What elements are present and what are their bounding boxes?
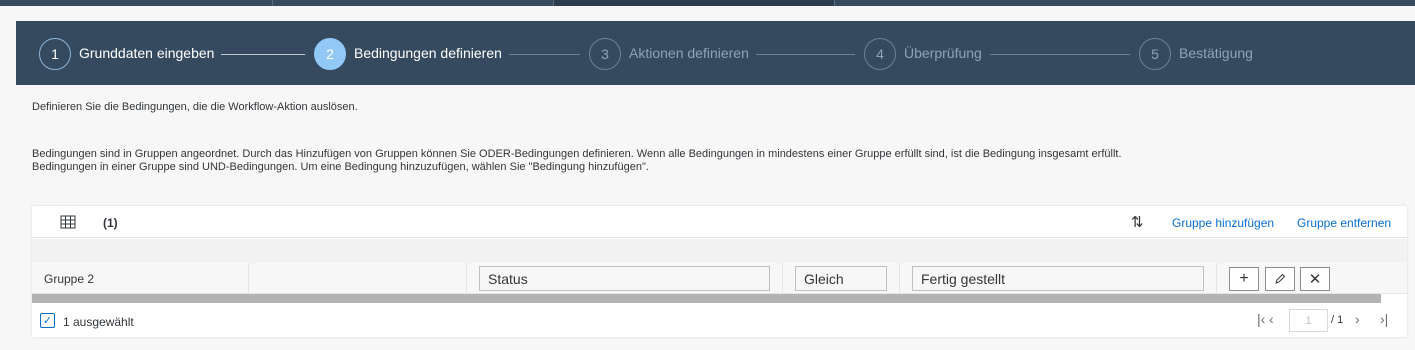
conditions-table: (1) ⇅ Gruppe hinzufügen Gruppe entfernen…: [32, 206, 1407, 337]
top-tab[interactable]: [0, 0, 273, 6]
table-toolbar: (1) ⇅ Gruppe hinzufügen Gruppe entfernen: [32, 206, 1407, 238]
condition-value-input[interactable]: Fertig gestellt: [912, 266, 1204, 291]
close-icon: ✕: [1308, 271, 1322, 288]
table-footer: ✓ 1 ausgewählt |‹ ‹ 1 / 1 › ›|: [32, 306, 1407, 337]
column-divider: [248, 263, 249, 294]
step-1-circle[interactable]: 1: [39, 38, 71, 70]
step-2-label[interactable]: Bedingungen definieren: [354, 45, 502, 61]
next-page-icon[interactable]: ›: [1355, 311, 1360, 327]
plus-icon: +: [1239, 270, 1249, 287]
step-connector: [756, 54, 855, 55]
table-header-row: [32, 239, 1407, 263]
top-tab-active[interactable]: [554, 0, 835, 6]
add-condition-button[interactable]: +: [1229, 267, 1259, 291]
step-4-circle: 4: [864, 38, 896, 70]
previous-page-icon[interactable]: ‹: [1269, 311, 1274, 327]
step-1-label[interactable]: Grunddaten eingeben: [79, 45, 214, 61]
step-5-circle: 5: [1139, 38, 1171, 70]
remove-group-button[interactable]: Gruppe entfernen: [1297, 216, 1391, 230]
add-group-button[interactable]: Gruppe hinzufügen: [1172, 216, 1274, 230]
top-tab[interactable]: [273, 0, 554, 6]
column-divider: [1216, 263, 1217, 294]
page-total: / 1: [1331, 314, 1344, 326]
step-3-circle: 3: [589, 38, 621, 70]
last-page-icon[interactable]: ›|: [1380, 311, 1388, 327]
condition-field-select[interactable]: Status: [479, 266, 770, 291]
step-connector: [221, 54, 305, 55]
intro-text: Definieren Sie die Bedingungen, die die …: [32, 101, 358, 113]
step-4-label: Überprüfung: [904, 45, 982, 61]
row-count: (1): [103, 216, 118, 230]
step-3-label: Aktionen definieren: [629, 45, 749, 61]
wizard-progress-bar: 1 Grunddaten eingeben 2 Bedingungen defi…: [16, 21, 1415, 85]
step-5-label: Bestätigung: [1179, 45, 1253, 61]
description-line-1: Bedingungen sind in Gruppen angeordnet. …: [32, 148, 1122, 160]
horizontal-scrollbar[interactable]: [32, 294, 1381, 303]
description-line-2: Bedingungen in einer Gruppe sind UND-Bed…: [32, 161, 649, 173]
table-settings-icon[interactable]: [60, 215, 76, 229]
step-connector: [990, 54, 1130, 55]
table-row[interactable]: Gruppe 2 Status Gleich Fertig gestellt +…: [32, 263, 1407, 294]
delete-condition-button[interactable]: ✕: [1300, 267, 1330, 291]
step-2-circle[interactable]: 2: [314, 38, 346, 70]
first-page-icon[interactable]: |‹: [1257, 311, 1265, 327]
edit-condition-button[interactable]: [1265, 267, 1295, 291]
selection-count: 1 ausgewählt: [63, 315, 134, 329]
pencil-icon: [1275, 273, 1286, 284]
condition-operator-select[interactable]: Gleich: [795, 266, 887, 291]
column-divider: [899, 263, 900, 294]
checkmark-icon: ✓: [42, 315, 53, 327]
sort-icon[interactable]: ⇅: [1131, 213, 1144, 231]
column-divider: [782, 263, 783, 294]
group-name: Gruppe 2: [44, 272, 95, 286]
top-tab-strip: [0, 0, 1415, 6]
step-connector: [509, 54, 580, 55]
page-number-input[interactable]: 1: [1289, 309, 1328, 332]
select-all-checkbox[interactable]: ✓: [40, 313, 55, 328]
column-divider: [466, 263, 467, 294]
